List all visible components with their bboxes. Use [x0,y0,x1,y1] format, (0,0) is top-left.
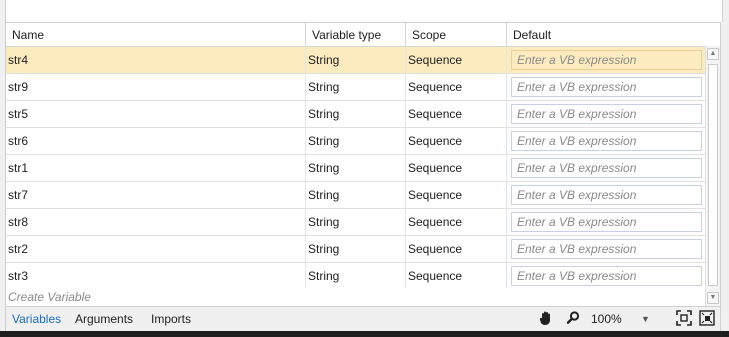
vertical-scrollbar[interactable]: ▲ ▼ [705,46,720,306]
variable-name-cell[interactable]: str8 [6,209,306,235]
table-row[interactable]: str3 String Sequence Enter a VB expressi… [6,263,706,290]
tab-arguments[interactable]: Arguments [75,310,133,328]
tab-imports[interactable]: Imports [151,310,191,328]
scope-cell[interactable]: Sequence [406,182,507,208]
window-bottom-border [0,331,729,337]
grid-header: Name Variable type Scope Default [6,23,706,47]
table-row[interactable]: str2 String Sequence Enter a VB expressi… [6,236,706,263]
table-row[interactable]: str7 String Sequence Enter a VB expressi… [6,182,706,209]
default-expression-field[interactable]: Enter a VB expression [511,50,702,70]
table-row[interactable]: str9 String Sequence Enter a VB expressi… [6,74,706,101]
create-variable-row[interactable]: Create Variable [6,288,708,306]
variable-name-cell[interactable]: str4 [6,47,306,73]
variable-type-cell[interactable]: String [306,182,406,208]
designer-status-bar: Variables Arguments Imports 100% ▼ [5,307,721,331]
variable-name-cell[interactable]: str1 [6,155,306,181]
column-header-scope[interactable]: Scope [406,23,507,46]
default-expression-field[interactable]: Enter a VB expression [511,266,702,286]
variable-type-cell[interactable]: String [306,47,406,73]
table-row[interactable]: str6 String Sequence Enter a VB expressi… [6,128,706,155]
scope-cell[interactable]: Sequence [406,74,507,100]
scrollbar-thumb[interactable] [708,64,718,286]
variable-type-cell[interactable]: String [306,263,406,289]
scope-cell[interactable]: Sequence [406,209,507,235]
default-expression-field[interactable]: Enter a VB expression [511,212,702,232]
column-header-default[interactable]: Default [507,23,706,46]
variable-name-cell[interactable]: str3 [6,263,306,289]
designer-canvas-edge [5,0,723,22]
tab-variables[interactable]: Variables [12,310,61,328]
default-expression-field[interactable]: Enter a VB expression [511,185,702,205]
scope-cell[interactable]: Sequence [406,47,507,73]
variables-grid: Name Variable type Scope Default str4 St… [5,22,721,307]
scope-cell[interactable]: Sequence [406,263,507,289]
overview-icon[interactable] [699,310,715,328]
variable-type-cell[interactable]: String [306,209,406,235]
search-icon[interactable] [566,310,580,328]
variable-name-cell[interactable]: str7 [6,182,306,208]
default-expression-field[interactable]: Enter a VB expression [511,131,702,151]
scope-cell[interactable]: Sequence [406,128,507,154]
scroll-down-icon[interactable]: ▼ [707,292,719,304]
hand-icon[interactable] [539,310,553,328]
column-header-variable-type[interactable]: Variable type [306,23,406,46]
variable-type-cell[interactable]: String [306,128,406,154]
default-expression-field[interactable]: Enter a VB expression [511,239,702,259]
variable-name-cell[interactable]: str2 [6,236,306,262]
default-expression-field[interactable]: Enter a VB expression [511,158,702,178]
variable-name-cell[interactable]: str9 [6,74,306,100]
variable-type-cell[interactable]: String [306,74,406,100]
chevron-down-icon: ▼ [641,314,650,324]
variable-type-cell[interactable]: String [306,155,406,181]
column-header-name[interactable]: Name [6,23,306,46]
fit-to-screen-icon[interactable] [676,310,692,328]
zoom-value: 100% [591,312,622,326]
table-row[interactable]: str1 String Sequence Enter a VB expressi… [6,155,706,182]
scope-cell[interactable]: Sequence [406,155,507,181]
scope-cell[interactable]: Sequence [406,101,507,127]
variable-name-cell[interactable]: str6 [6,128,306,154]
table-row[interactable]: str4 String Sequence Enter a VB expressi… [6,47,706,74]
table-row[interactable]: str5 String Sequence Enter a VB expressi… [6,101,706,128]
default-expression-field[interactable]: Enter a VB expression [511,104,702,124]
default-expression-field[interactable]: Enter a VB expression [511,77,702,97]
zoom-dropdown[interactable]: 100% ▼ [591,310,651,328]
variable-type-cell[interactable]: String [306,236,406,262]
scroll-up-icon[interactable]: ▲ [707,48,719,60]
table-row[interactable]: str8 String Sequence Enter a VB expressi… [6,209,706,236]
variable-type-cell[interactable]: String [306,101,406,127]
variables-panel-window: Name Variable type Scope Default str4 St… [0,0,729,337]
variable-name-cell[interactable]: str5 [6,101,306,127]
scope-cell[interactable]: Sequence [406,236,507,262]
